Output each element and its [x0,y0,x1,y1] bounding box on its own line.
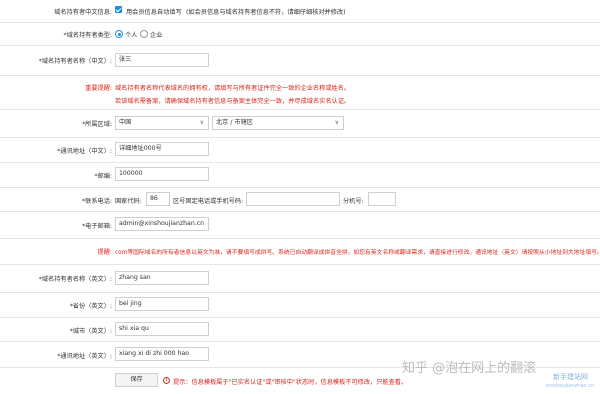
postcode-input[interactable]: 100000 [115,167,209,181]
footer-warning: 提示：信息模板属于"已实名认证"或"审核中"状态时，信息模板不可修改，只能查看。 [173,379,408,386]
important-tip-label: 重要提醒: [85,85,112,92]
warning-icon: ! [163,377,170,384]
phone-number-input[interactable] [246,192,340,206]
auto-fill-checkbox[interactable] [115,6,122,13]
row-phone: *联系电话: 国家代码: 86 区号固定电话或手机号码: 分机号: [0,187,600,212]
row-holder-type: *域名持有者类型: 个人 企业 [0,22,600,46]
chevron-down-icon: ∨ [199,119,204,126]
holder-name-cn-label: *域名持有者名称（中文）: [38,58,112,65]
important-tip-line1: 域名持有者名称代表域名的拥有权，请填写与所有者证件完全一致的企业名称或姓名。 [115,85,351,92]
site-watermark: 新手建站网 [553,373,588,381]
address-en-input[interactable]: xiang xi di zhi 000 hao [115,347,209,361]
save-button[interactable]: 保存 [115,373,158,387]
important-tip-line2: 若该域名需备案，请确保域名持有者信息与备案主体完全一致，并尽成域名实名认证。 [115,98,351,105]
city-select[interactable]: 北京 / 市辖区 ∨ [212,116,344,130]
city-en-label: *城市（英文）: [69,328,112,335]
holder-name-en-input[interactable]: zhang san [115,271,209,285]
row-chinese-info: 域名持有者中文信息: 用会员信息自动填写 (如会员信息与域名持有者信息不符，请细… [0,0,600,23]
province-en-input[interactable]: bei jing [115,297,209,311]
row-province-en: *省份（英文）: bei jing [0,292,600,318]
country-select[interactable]: 中国 ∨ [115,116,209,130]
holder-name-cn-input[interactable]: 张三 [115,53,209,67]
auto-fill-hint: (如会员信息与域名持有者信息不符，请细仔细核对并修改) [186,9,346,16]
row-region: *所属区域: 中国 ∨ 北京 / 市辖区 ∨ [0,109,600,138]
holder-type-label: *域名持有者类型: [63,32,113,39]
province-en-label: *省份（英文）: [69,303,112,310]
address-cn-input[interactable]: 详细地址000号 [115,142,209,156]
ext-input[interactable] [368,192,396,206]
row-address-cn: *通讯地址（中文）: 详细地址000号 [0,137,600,163]
row-tip: 提醒: com等国际域名的所有者信息以英文为准，请不要填写成拼写。系统已自动翻译… [0,238,600,265]
radio-personal-label: 个人 [125,32,138,39]
region-label: *所属区域: [82,121,112,128]
row-email: *电子邮箱: admin@xinshoujianzhan.cn [0,211,600,239]
tip-label: 提醒: [97,249,112,256]
phone-label: *联系电话: [82,198,112,205]
country-value: 中国 [119,119,132,126]
radio-personal[interactable] [115,30,123,38]
radio-company-label: 企业 [150,32,163,39]
chinese-info-label: 域名持有者中文信息: [54,9,112,16]
auto-fill-label: 用会员信息自动填写 [126,9,182,16]
email-input[interactable]: admin@xinshoujianzhan.cn [115,217,209,231]
zhihu-watermark: 知乎 @泡在网上的翻滚 [402,361,537,376]
holder-name-en-label: *域名持有者名称（英文）: [38,276,112,283]
area-label: 区号固定电话或手机号码: [173,198,244,205]
row-holder-name-cn: *域名持有者名称（中文）: 张三 [0,45,600,76]
site-url-watermark: xinshoujianzhan.cn [546,383,595,389]
tip-text: com等国际域名的所有者信息以英文为准，请不要填写成拼写。系统已自动翻译成拼音全… [115,250,600,256]
city-en-input[interactable]: shi xia qu [115,322,209,336]
city-value: 北京 / 市辖区 [216,119,253,126]
ext-label: 分机号: [343,198,364,205]
address-cn-label: *通讯地址（中文）: [57,148,112,155]
email-label: *电子邮箱: [82,223,112,230]
country-code-input[interactable]: 86 [146,192,170,206]
row-holder-name-en: *域名持有者名称（英文）: zhang san [0,264,600,293]
country-code-label: 国家代码: [115,198,142,205]
chevron-down-icon: ∨ [334,119,339,126]
radio-company[interactable] [140,30,148,38]
row-important-tip: 重要提醒: 域名持有者名称代表域名的拥有权，请填写与所有者证件完全一致的企业名称… [0,75,600,110]
postcode-label: *邮编: [94,173,112,180]
address-en-label: *通讯地址（英文）: [57,353,112,360]
row-postcode: *邮编: 100000 [0,162,600,188]
row-city-en: *城市（英文）: shi xia qu [0,317,600,342]
